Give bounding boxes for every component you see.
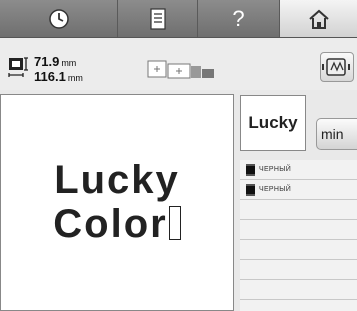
embroidery-frame-button[interactable] — [320, 52, 354, 82]
sewing-clock-icon — [48, 8, 69, 29]
min-label: min — [321, 126, 344, 142]
preview-line-2-text: Color — [53, 202, 168, 246]
document-icon — [149, 7, 166, 30]
thread-color-list: ЧЕРНЫЙ ЧЕРНЫЙ — [240, 160, 357, 311]
home-button[interactable] — [280, 0, 357, 37]
empty-color-row — [240, 260, 357, 280]
width-value: 116.1 — [34, 69, 66, 84]
home-icon — [308, 9, 329, 29]
document-button[interactable] — [118, 0, 198, 37]
top-toolbar: ? — [0, 0, 357, 38]
empty-color-row — [240, 280, 357, 300]
thumbnail-text: Lucky — [248, 113, 298, 132]
color-row[interactable]: ЧЕРНЫЙ — [240, 180, 357, 200]
pattern-thumbnail[interactable]: Lucky — [240, 95, 306, 151]
color-name: ЧЕРНЫЙ — [259, 166, 292, 173]
color-swatch — [246, 183, 255, 196]
preview-line-2: Color — [0, 202, 234, 246]
help-button[interactable]: ? — [198, 0, 280, 37]
empty-color-row — [240, 240, 357, 260]
text-cursor — [168, 206, 181, 240]
layout-mode-icon[interactable] — [144, 59, 224, 81]
height-readout: 71.9 mm — [34, 55, 76, 70]
height-unit: mm — [61, 58, 77, 68]
sewing-clock-button[interactable] — [0, 0, 118, 37]
width-unit: mm — [67, 73, 83, 83]
width-readout: 116.1 mm — [34, 70, 83, 85]
size-icon — [8, 57, 28, 77]
help-icon: ? — [232, 5, 245, 31]
empty-color-row — [240, 220, 357, 240]
frame-icon — [322, 58, 350, 76]
preview-line-1: Lucky — [54, 158, 180, 202]
height-value: 71.9 — [34, 54, 60, 69]
empty-color-row — [240, 200, 357, 220]
min-button[interactable]: min — [316, 118, 357, 150]
color-name: ЧЕРНЫЙ — [259, 186, 292, 193]
color-swatch — [246, 163, 255, 176]
color-row[interactable]: ЧЕРНЫЙ — [240, 160, 357, 180]
